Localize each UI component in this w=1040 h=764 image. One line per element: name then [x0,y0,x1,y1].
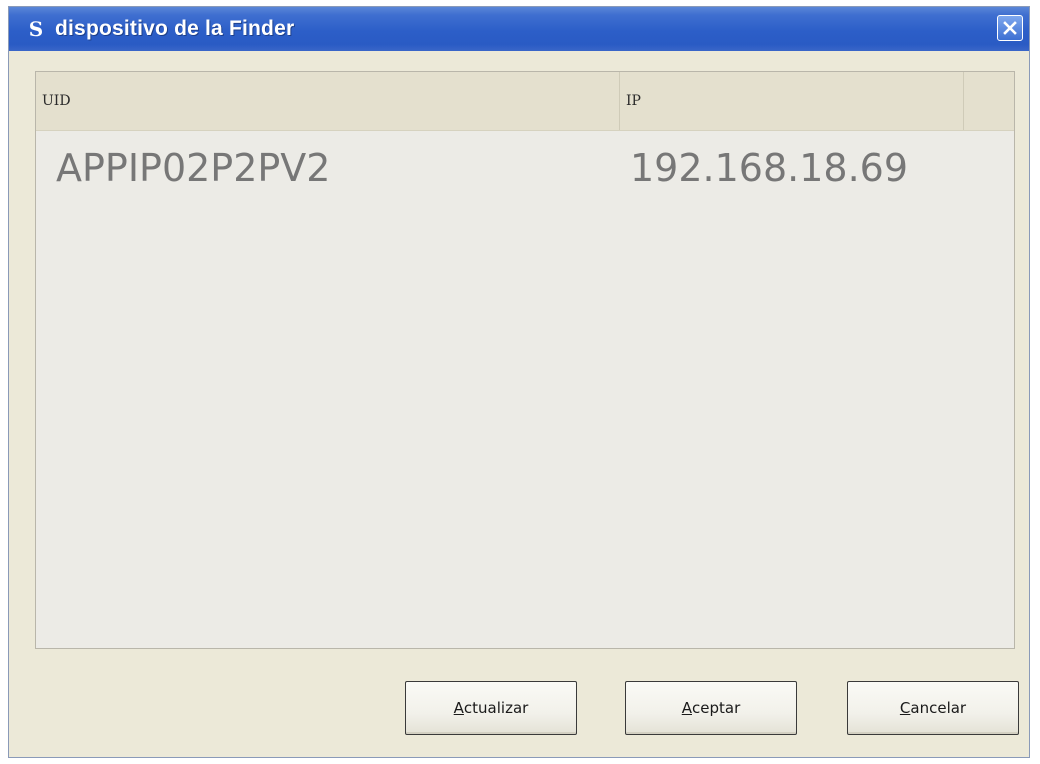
cancel-label: ancelar [910,699,967,717]
column-header-filler [964,72,1014,130]
list-item[interactable]: APPIP02P2PV2 192.168.18.69 [36,138,1014,198]
accept-label: ceptar [692,699,741,717]
window-title: dispositivo de la Finder [55,17,295,40]
refresh-mnemonic: A [453,699,464,717]
app-s-icon: S [28,17,44,41]
refresh-button[interactable]: Actualizar [405,681,577,735]
accept-button[interactable]: Aceptar [625,681,797,735]
list-header: UID IP [36,72,1014,131]
column-header-ip[interactable]: IP [620,72,964,130]
title-bar[interactable]: S dispositivo de la Finder [9,7,1029,51]
close-icon [1003,21,1017,35]
close-button[interactable] [997,15,1023,41]
device-ip: 192.168.18.69 [630,146,909,190]
finder-dialog: S dispositivo de la Finder UID IP APPIP0… [8,6,1030,758]
device-uid: APPIP02P2PV2 [56,146,331,190]
accept-mnemonic: A [681,699,692,717]
refresh-label: ctualizar [463,699,529,717]
column-header-uid[interactable]: UID [36,72,620,130]
device-list[interactable]: UID IP APPIP02P2PV2 192.168.18.69 [35,71,1015,649]
cancel-mnemonic: C [899,699,911,717]
cancel-button[interactable]: Cancelar [847,681,1019,735]
